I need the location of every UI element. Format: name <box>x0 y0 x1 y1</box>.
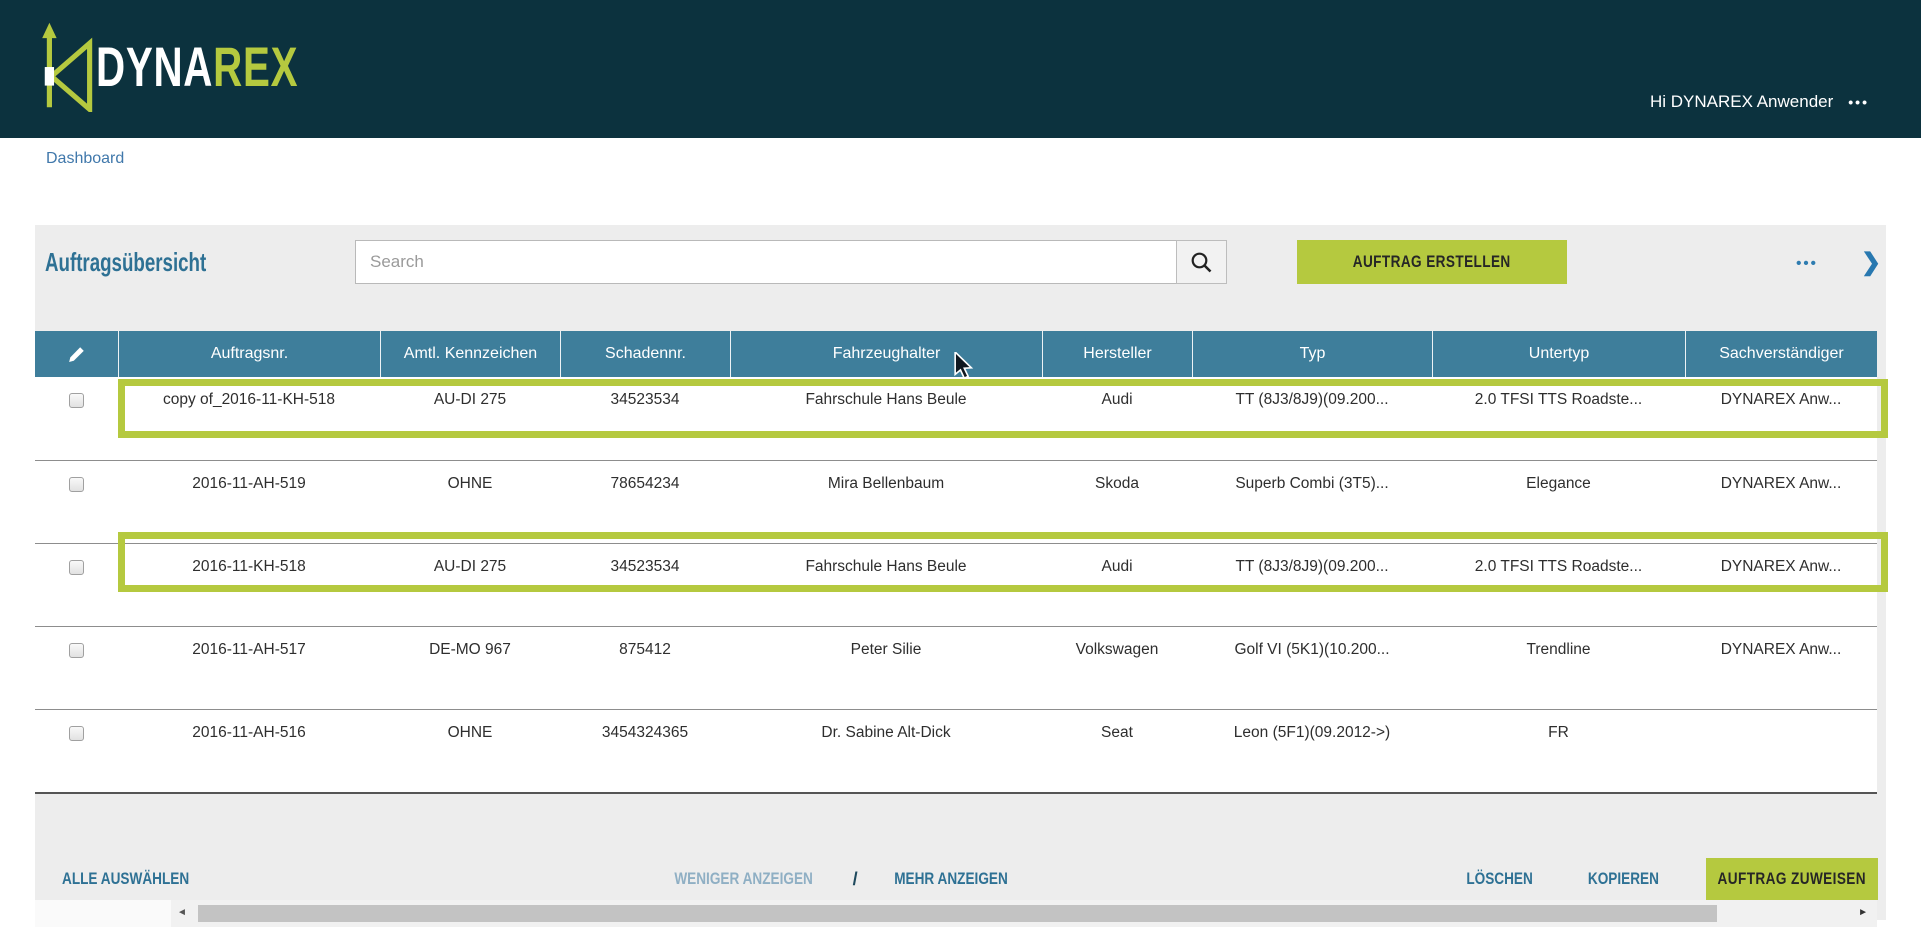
cell-untertyp: FR <box>1548 724 1569 741</box>
search-button[interactable] <box>1176 240 1227 284</box>
logo-primary: DYNA <box>96 34 214 98</box>
cell-fahrzeughalter: Peter Silie <box>850 641 922 658</box>
column-header-sachverstaendiger[interactable]: Sachverständiger <box>1685 331 1877 377</box>
row-checkbox[interactable] <box>69 477 84 492</box>
pencil-icon <box>69 346 84 362</box>
order-overview-card: Auftragsübersicht AUFTRAG ERSTELLEN ••• … <box>35 225 1889 927</box>
cell-sachverstaendiger <box>1685 710 1877 792</box>
table-row[interactable]: 2016-11-KH-518 AU-DI 275 34523534 Fahrsc… <box>35 543 1877 626</box>
row-checkbox[interactable] <box>69 643 84 658</box>
column-header-kennzeichen[interactable]: Amtl. Kennzeichen <box>380 331 560 377</box>
card-footer: ALLE AUSWÄHLEN WENIGER ANZEIGEN / MEHR A… <box>35 853 1886 905</box>
cell-kennzeichen: OHNE <box>447 724 493 741</box>
dynarex-logo: DYNAREX <box>36 16 377 116</box>
column-header-auftragsnr[interactable]: Auftragsnr. <box>118 331 380 377</box>
search-icon <box>1191 252 1212 272</box>
scrollbar-thumb[interactable] <box>198 905 1717 922</box>
app-header: DYNAREX Hi DYNAREX Anwender ••• <box>0 0 1921 138</box>
row-select-cell <box>35 461 118 543</box>
assign-order-button[interactable]: AUFTRAG ZUWEISEN <box>1706 858 1878 900</box>
row-select-cell <box>35 710 118 792</box>
card-menu-ellipsis-icon[interactable]: ••• <box>1783 245 1831 281</box>
table-row[interactable]: 2016-11-AH-519 OHNE 78654234 Mira Bellen… <box>35 460 1877 543</box>
row-checkbox[interactable] <box>69 560 84 575</box>
cell-hersteller: Volkswagen <box>1075 641 1159 658</box>
create-order-label: AUFTRAG ERSTELLEN <box>1353 252 1511 271</box>
cell-schadennr: 78654234 <box>610 475 680 492</box>
logo-text: DYNAREX <box>96 34 298 99</box>
cell-sachverstaendiger: DYNAREX Anw... <box>1720 391 1842 408</box>
table-body: copy of_2016-11-KH-518 AU-DI 275 3452353… <box>35 377 1888 794</box>
cell-kennzeichen: AU-DI 275 <box>433 391 507 408</box>
cell-auftragsnr: 2016-11-AH-516 <box>192 724 306 741</box>
cell-auftragsnr: 2016-11-AH-519 <box>192 475 306 492</box>
cell-fahrzeughalter: Fahrschule Hans Beule <box>805 558 967 575</box>
cell-schadennr: 34523534 <box>610 391 680 408</box>
column-header-schadennr[interactable]: Schadennr. <box>560 331 730 377</box>
search-input[interactable] <box>355 240 1177 284</box>
user-greeting: Hi DYNAREX Anwender ••• <box>1650 92 1869 112</box>
dynarex-logo-icon <box>42 22 93 112</box>
cell-auftragsnr: 2016-11-KH-518 <box>192 558 306 575</box>
cell-fahrzeughalter: Mira Bellenbaum <box>827 475 945 492</box>
cell-auftragsnr: copy of_2016-11-KH-518 <box>162 391 336 408</box>
cell-untertyp: Trendline <box>1526 641 1591 658</box>
scroll-left-arrow-icon[interactable]: ◄ <box>177 907 187 918</box>
table-header-row: Auftragsnr. Amtl. Kennzeichen Schadennr. Fa… <box>35 331 1877 377</box>
orders-table: Auftragsnr. Amtl. Kennzeichen Schadennr. Fa… <box>35 331 1888 927</box>
cell-kennzeichen: OHNE <box>447 475 493 492</box>
scroll-right-arrow-icon[interactable]: ► <box>1858 907 1868 918</box>
user-menu-ellipsis-icon[interactable]: ••• <box>1848 94 1869 110</box>
cell-hersteller: Skoda <box>1095 475 1139 492</box>
logo-accent: REX <box>213 34 299 98</box>
cell-hersteller: Audi <box>1101 558 1133 575</box>
greeting-text: Hi DYNAREX Anwender <box>1649 92 1834 111</box>
table-row[interactable]: 2016-11-AH-516 OHNE 3454324365 Dr. Sabin… <box>35 709 1877 792</box>
cell-untertyp: Elegance <box>1526 475 1591 492</box>
breadcrumb-dashboard[interactable]: Dashboard <box>46 150 124 168</box>
show-more-button[interactable]: MEHR ANZEIGEN <box>894 869 1008 889</box>
show-less-button[interactable]: WENIGER ANZEIGEN <box>675 869 814 889</box>
cell-typ: TT (8J3/8J9)(09.200... <box>1235 558 1389 575</box>
table-row[interactable]: copy of_2016-11-KH-518 AU-DI 275 3452353… <box>35 377 1877 460</box>
cell-kennzeichen: DE-MO 967 <box>429 641 511 658</box>
row-checkbox[interactable] <box>69 393 84 408</box>
edit-column-header[interactable] <box>35 331 118 377</box>
row-select-cell <box>35 377 118 460</box>
row-select-cell <box>35 627 118 709</box>
copy-button[interactable]: KOPIEREN <box>1588 869 1659 889</box>
assign-order-label: AUFTRAG ZUWEISEN <box>1717 869 1867 888</box>
cell-typ: Leon (5F1)(09.2012->) <box>1233 724 1391 741</box>
cell-schadennr: 3454324365 <box>601 724 689 741</box>
page-title: Auftragsübersicht <box>45 247 207 277</box>
cell-hersteller: Seat <box>1101 724 1133 741</box>
select-all-button[interactable]: ALLE AUSWÄHLEN <box>62 869 189 889</box>
row-select-cell <box>35 544 118 626</box>
column-header-typ[interactable]: Typ <box>1192 331 1432 377</box>
create-order-button[interactable]: AUFTRAG ERSTELLEN <box>1297 240 1567 284</box>
cell-untertyp: 2.0 TFSI TTS Roadste... <box>1474 391 1643 408</box>
cell-fahrzeughalter: Fahrschule Hans Beule <box>805 391 967 408</box>
column-header-untertyp[interactable]: Untertyp <box>1432 331 1685 377</box>
column-header-fahrzeughalter[interactable]: Fahrzeughalter <box>730 331 1042 377</box>
cell-untertyp: 2.0 TFSI TTS Roadste... <box>1474 558 1643 575</box>
footer-separator: / <box>852 868 858 889</box>
cell-schadennr: 875412 <box>619 641 671 658</box>
row-checkbox[interactable] <box>69 726 84 741</box>
cell-sachverstaendiger: DYNAREX Anw... <box>1720 641 1842 658</box>
table-row[interactable]: 2016-11-AH-517 DE-MO 967 875412 Peter Si… <box>35 626 1877 709</box>
delete-button[interactable]: LÖSCHEN <box>1466 869 1533 889</box>
cell-typ: Superb Combi (3T5)... <box>1235 475 1389 492</box>
cell-auftragsnr: 2016-11-AH-517 <box>192 641 306 658</box>
cell-sachverstaendiger: DYNAREX Anw... <box>1720 558 1842 575</box>
cell-fahrzeughalter: Dr. Sabine Alt-Dick <box>821 724 951 741</box>
cell-typ: TT (8J3/8J9)(09.200... <box>1235 391 1389 408</box>
column-header-hersteller[interactable]: Hersteller <box>1042 331 1192 377</box>
collapse-chevron-icon[interactable]: ❯ <box>1853 241 1889 283</box>
cell-kennzeichen: AU-DI 275 <box>433 558 507 575</box>
cell-hersteller: Audi <box>1101 391 1133 408</box>
cell-schadennr: 34523534 <box>610 558 680 575</box>
cell-sachverstaendiger: DYNAREX Anw... <box>1720 475 1842 492</box>
cell-typ: Golf VI (5K1)(10.200... <box>1234 641 1390 658</box>
